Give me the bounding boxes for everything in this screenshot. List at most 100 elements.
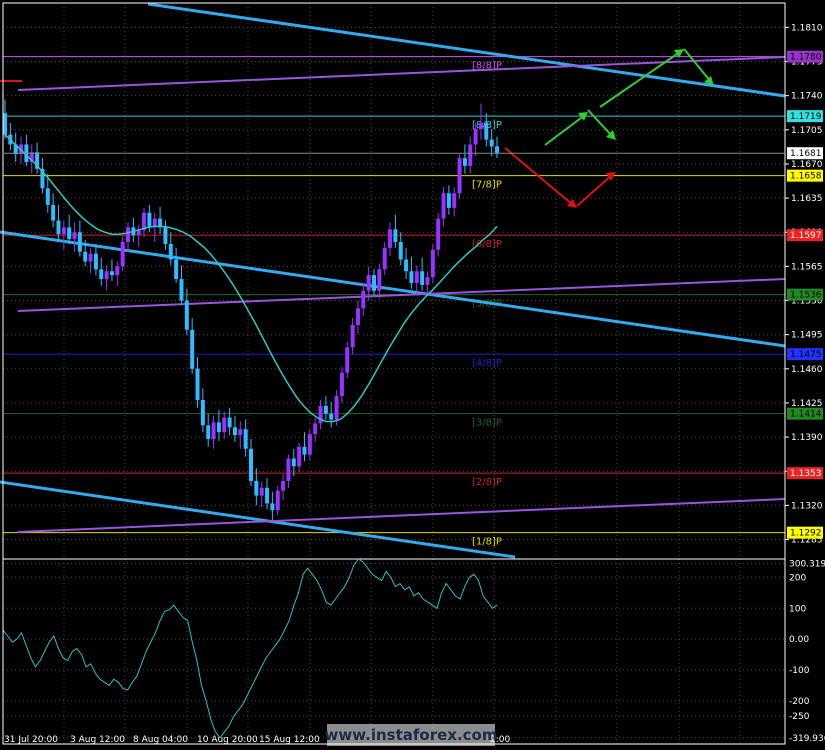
cci-tick-label-5: -200: [789, 697, 810, 707]
cci-tick-label-6: -250: [789, 712, 810, 722]
price-tick-label-10: 1.1460: [791, 365, 823, 375]
candle-body-87: [468, 144, 473, 166]
candle-body-22: [120, 241, 125, 267]
candle-body-33: [179, 279, 184, 301]
price-tag-6: 1.1414: [790, 410, 822, 420]
candle-body-40: [216, 422, 221, 433]
price-tag-8: 1.1292: [790, 529, 822, 539]
candle-body-30: [163, 227, 168, 244]
price-tag-4: 1.1536: [790, 291, 822, 301]
price-tag-1: 1.1719: [790, 112, 822, 122]
candle-body-74: [398, 241, 403, 260]
candle-body-28: [152, 218, 157, 227]
candle-body-85: [457, 158, 462, 194]
candle-body-80: [430, 249, 435, 278]
cci-tick-label-4: -100: [789, 666, 810, 676]
time-label-2: 8 Aug 04:00: [133, 735, 188, 745]
candle-body-46: [249, 448, 253, 481]
chart-area: [8/8]P[8/8]P[7/8]P[6/8]P[5/8]P[4/8]P[3/8…: [0, 0, 825, 750]
candle-body-63: [339, 372, 344, 397]
candle-body-70: [377, 269, 382, 291]
cci-tick-label-1: 200: [789, 573, 806, 583]
level-label-6: [3/8]P: [472, 418, 502, 429]
candle-body-86: [462, 158, 467, 166]
current-price-tag: 1.1681: [790, 149, 822, 159]
candle-body-82: [441, 193, 446, 219]
candle-body-43: [232, 427, 237, 436]
candle-body-83: [446, 193, 451, 208]
price-tick-label-4: 1.1670: [791, 160, 823, 170]
price-tick-label-14: 1.1320: [791, 501, 823, 511]
candle-body-50: [270, 503, 275, 511]
candle-body-45: [243, 429, 248, 449]
candle-body-41: [222, 417, 227, 433]
time-label-1: 3 Aug 12:00: [70, 735, 125, 745]
level-label-8: [1/8]P: [472, 537, 502, 548]
cci-tick-label-0: 300.3195: [789, 560, 825, 570]
cci-tick-label-3: 0.00: [789, 635, 809, 645]
candle-body-66: [355, 308, 360, 325]
candle-body-51: [275, 490, 280, 511]
candle-body-10: [56, 220, 61, 235]
candle-body-68: [366, 275, 371, 291]
candle-body-72: [388, 229, 393, 248]
level-label-3: [6/8]P: [472, 239, 502, 250]
candle-body-35: [190, 329, 195, 369]
candle-body-75: [404, 259, 409, 272]
candle-body-79: [425, 277, 430, 285]
chart-background: [0, 0, 825, 750]
price-tick-label-5: 1.1635: [791, 194, 823, 204]
candle-body-20: [109, 271, 114, 276]
time-label-4: 15 Aug 12:00: [259, 735, 320, 745]
time-label-0: 31 Jul 20:00: [4, 735, 58, 745]
candle-body-55: [297, 446, 302, 467]
candle-body-69: [372, 275, 376, 291]
candle-body-25: [136, 230, 141, 236]
price-tag-2: 1.1658: [790, 172, 822, 182]
price-tick-label-3: 1.1705: [791, 126, 823, 136]
candle-body-12: [67, 227, 72, 240]
candle-body-47: [254, 480, 259, 496]
candle-body-64: [345, 347, 350, 373]
price-tick-label-2: 1.1740: [791, 92, 823, 102]
candle-body-31: [168, 243, 173, 260]
candle-body-18: [99, 269, 104, 280]
candle-body-27: [147, 212, 152, 227]
level-label-7: [2/8]P: [472, 477, 502, 488]
cci-tick-label-7: -319.936: [789, 734, 825, 744]
level-label-5: [4/8]P: [472, 358, 502, 369]
watermark: www.instaforex.com: [325, 724, 498, 746]
candle-body-59: [318, 405, 323, 424]
candle-body-16: [88, 253, 93, 262]
candle-body-39: [211, 422, 216, 440]
level-label-2: [7/8]P: [472, 180, 502, 191]
candle-body-65: [350, 324, 355, 348]
candle-body-13: [72, 232, 77, 240]
price-tag-3: 1.1597: [790, 231, 822, 241]
candle-body-57: [307, 434, 312, 455]
price-tag-5: 1.1475: [790, 350, 822, 360]
candle-body-54: [291, 458, 296, 467]
candle-body-71: [382, 247, 387, 270]
candle-body-76: [409, 271, 414, 283]
candle-body-91: [489, 139, 494, 147]
candle-body-56: [302, 446, 307, 455]
candle-body-38: [206, 425, 211, 440]
watermark-text: www.instaforex.com: [325, 726, 498, 744]
candle-body-58: [313, 423, 318, 435]
candle-body-62: [334, 396, 339, 420]
candle-body-0: [3, 113, 7, 135]
candle-body-67: [361, 290, 366, 309]
candle-body-44: [238, 429, 243, 436]
candle-body-73: [393, 229, 398, 242]
candle-body-92: [495, 146, 499, 154]
candle-body-90: [484, 122, 489, 140]
candle-body-52: [281, 480, 286, 491]
candle-body-89: [478, 122, 483, 129]
candle-body-78: [420, 271, 425, 285]
candle-body-9: [51, 204, 56, 221]
candle-body-36: [195, 368, 200, 401]
candle-body-17: [93, 253, 98, 270]
candle-body-84: [452, 193, 457, 208]
price-tick-label-11: 1.1425: [791, 399, 823, 409]
